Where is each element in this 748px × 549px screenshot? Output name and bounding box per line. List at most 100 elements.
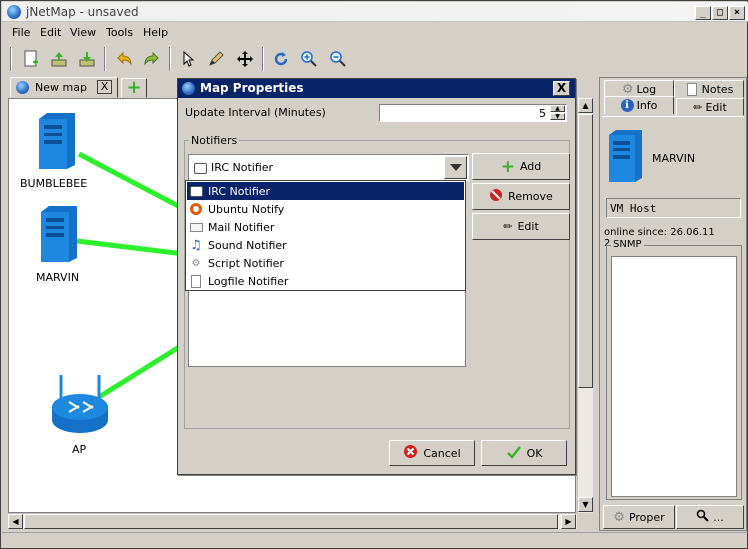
pencil-icon[interactable] bbox=[203, 46, 228, 71]
pointer-icon[interactable] bbox=[175, 46, 200, 71]
plus-icon: + bbox=[500, 156, 515, 177]
cancel-button-label: Cancel bbox=[423, 446, 461, 460]
option-label: IRC Notifier bbox=[208, 184, 271, 198]
option-label: Logfile Notifier bbox=[208, 274, 289, 288]
horizontal-scroll-thumb[interactable] bbox=[24, 514, 558, 529]
server-icon bbox=[606, 128, 646, 187]
map-horizontal-scrollbar[interactable]: ◀ ▶ bbox=[8, 513, 577, 529]
zoom-in-icon[interactable] bbox=[296, 46, 321, 71]
device-name: MARVIN bbox=[652, 152, 696, 165]
magnifier-icon bbox=[696, 509, 709, 525]
link-bumblebee[interactable] bbox=[77, 151, 186, 212]
new-document-icon[interactable] bbox=[18, 46, 43, 71]
dropdown-arrow-button[interactable] bbox=[444, 156, 467, 179]
tab-notes[interactable]: Notes bbox=[674, 80, 744, 98]
update-interval-label: Update Interval (Minutes) bbox=[185, 106, 326, 119]
scroll-up-button[interactable]: ▲ bbox=[578, 98, 593, 113]
option-mail-notifier[interactable]: Mail Notifier bbox=[187, 218, 464, 236]
snmp-output[interactable] bbox=[611, 256, 737, 497]
undo-icon[interactable] bbox=[111, 46, 136, 71]
edit-button-label: Edit bbox=[517, 220, 539, 233]
server-icon bbox=[39, 113, 75, 169]
checkmark-icon bbox=[506, 445, 522, 462]
add-button-label: Add bbox=[519, 160, 542, 173]
spinner-up-button[interactable]: ▲ bbox=[550, 105, 565, 112]
tab-notes-label: Notes bbox=[701, 82, 734, 96]
dialog-close-button[interactable]: X bbox=[553, 81, 570, 96]
cancel-button[interactable]: Cancel bbox=[389, 440, 475, 466]
minimize-button[interactable]: _ bbox=[695, 6, 711, 20]
menu-view[interactable]: View bbox=[70, 26, 96, 39]
no-entry-icon bbox=[489, 188, 503, 205]
scroll-down-button[interactable]: ▼ bbox=[578, 497, 593, 512]
app-globe-icon bbox=[7, 5, 21, 19]
add-map-tab-button[interactable]: + bbox=[121, 78, 147, 98]
globe-icon bbox=[182, 82, 195, 95]
server-icon bbox=[41, 206, 77, 262]
tab-log-label: Log bbox=[636, 82, 657, 96]
option-sound-notifier[interactable]: ♫ Sound Notifier bbox=[187, 236, 464, 254]
map-vertical-scrollbar[interactable]: ▲ ▼ bbox=[577, 98, 593, 513]
window-close-button[interactable]: × bbox=[729, 6, 745, 20]
menu-tools[interactable]: Tools bbox=[106, 26, 133, 39]
tab-new-map[interactable]: New map X bbox=[10, 77, 118, 98]
scroll-left-button[interactable]: ◀ bbox=[8, 514, 23, 529]
option-label: Script Notifier bbox=[208, 256, 284, 270]
option-logfile-notifier[interactable]: Logfile Notifier bbox=[187, 272, 464, 290]
update-interval-value: 5 bbox=[539, 107, 546, 120]
update-interval-spinner[interactable]: 5 ▲ ▼ bbox=[379, 104, 567, 122]
properties-button[interactable]: ⚙ Proper bbox=[603, 505, 675, 529]
spinner-down-button[interactable]: ▼ bbox=[550, 113, 565, 120]
option-ubuntu-notify[interactable]: Ubuntu Notify bbox=[187, 200, 464, 218]
toolbar-separator bbox=[169, 47, 171, 71]
maximize-button[interactable]: □ bbox=[712, 6, 728, 20]
window-titlebar: jNetMap - unsaved _ □ × bbox=[2, 2, 748, 22]
toolbar-separator bbox=[10, 47, 12, 71]
cancel-icon bbox=[403, 444, 418, 462]
tab-edit-label: Edit bbox=[705, 100, 727, 114]
search-button[interactable]: ... bbox=[676, 505, 744, 529]
remove-button-label: Remove bbox=[508, 190, 553, 203]
move-icon[interactable] bbox=[232, 46, 257, 71]
mail-icon bbox=[189, 220, 203, 234]
vertical-scroll-thumb[interactable] bbox=[578, 114, 593, 388]
refresh-icon[interactable] bbox=[268, 46, 293, 71]
pencil-icon: ✏ bbox=[693, 100, 703, 114]
option-label: Mail Notifier bbox=[208, 220, 275, 234]
scroll-right-button[interactable]: ▶ bbox=[561, 514, 576, 529]
option-script-notifier[interactable]: ⚙ Script Notifier bbox=[187, 254, 464, 272]
snmp-label: SNMP bbox=[611, 239, 644, 250]
link-marvin[interactable] bbox=[76, 238, 185, 257]
router-icon bbox=[52, 375, 108, 433]
upload-icon[interactable] bbox=[46, 46, 71, 71]
notifier-type-select[interactable]: IRC Notifier bbox=[188, 154, 469, 181]
zoom-out-icon[interactable] bbox=[325, 46, 350, 71]
toolbar-separator bbox=[262, 47, 264, 71]
edit-notifier-button[interactable]: ✏ Edit bbox=[472, 213, 570, 240]
menu-file[interactable]: File bbox=[12, 26, 30, 39]
device-marvin[interactable] bbox=[37, 204, 81, 267]
music-note-icon: ♫ bbox=[190, 237, 202, 253]
search-button-label: ... bbox=[713, 510, 724, 524]
notifier-select-value: IRC Notifier bbox=[211, 161, 274, 174]
menu-edit[interactable]: Edit bbox=[40, 26, 61, 39]
device-bumblebee[interactable] bbox=[35, 111, 79, 174]
host-type-field[interactable]: VM Host bbox=[606, 198, 741, 218]
notifiers-label: Notifiers bbox=[189, 134, 240, 147]
menu-help[interactable]: Help bbox=[143, 26, 168, 39]
gear-icon: ⚙ bbox=[621, 81, 634, 97]
gear-icon: ⚙ bbox=[613, 509, 625, 525]
remove-notifier-button[interactable]: Remove bbox=[472, 183, 570, 210]
download-icon[interactable] bbox=[74, 46, 99, 71]
snmp-group: SNMP bbox=[606, 239, 742, 500]
device-ap[interactable] bbox=[47, 372, 113, 441]
tab-info[interactable]: i Info bbox=[604, 96, 674, 114]
add-notifier-button[interactable]: + Add bbox=[472, 153, 570, 180]
info-icon: i bbox=[620, 99, 634, 112]
properties-button-label: Proper bbox=[628, 510, 665, 524]
redo-icon[interactable] bbox=[139, 46, 164, 71]
close-tab-button[interactable]: X bbox=[97, 80, 112, 94]
tab-edit[interactable]: ✏ Edit bbox=[676, 98, 744, 116]
ok-button[interactable]: OK bbox=[481, 440, 567, 466]
option-irc-notifier[interactable]: IRC Notifier bbox=[187, 182, 464, 200]
